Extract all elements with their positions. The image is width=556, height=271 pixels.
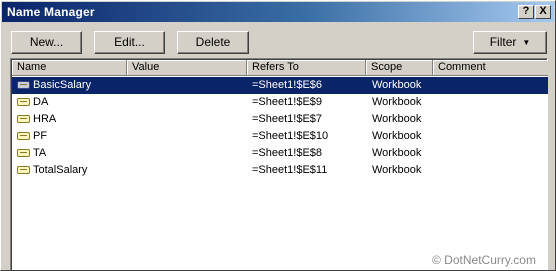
names-list[interactable]: Name Value Refers To Scope Comment Basic… [10, 58, 548, 270]
defined-name-icon [17, 98, 30, 106]
defined-name-icon [17, 132, 30, 140]
filter-button-label: Filter [489, 35, 517, 49]
scope-cell: Workbook [372, 147, 422, 159]
edit-button[interactable]: Edit... [94, 31, 165, 54]
scope-cell: Workbook [372, 164, 422, 176]
defined-name-icon [17, 149, 30, 157]
table-row[interactable]: TA =Sheet1!$E$8 Workbook [12, 145, 548, 162]
close-button[interactable]: X [535, 5, 551, 19]
table-row[interactable]: PF =Sheet1!$E$10 Workbook [12, 128, 548, 145]
column-header-refers-to[interactable]: Refers To [247, 60, 366, 76]
delete-button-label: Delete [195, 35, 231, 49]
column-header-name[interactable]: Name [12, 60, 127, 76]
column-header-scope[interactable]: Scope [366, 60, 433, 76]
refers-to-cell: =Sheet1!$E$8 [252, 147, 323, 159]
scope-cell: Workbook [372, 113, 422, 125]
refers-to-cell: =Sheet1!$E$10 [252, 130, 329, 142]
filter-button[interactable]: Filter ▼ [473, 31, 547, 54]
name-cell: PF [33, 130, 48, 142]
table-row[interactable]: HRA =Sheet1!$E$7 Workbook [12, 111, 548, 128]
table-row[interactable]: BasicSalary =Sheet1!$E$6 Workbook [12, 77, 548, 94]
refers-to-cell: =Sheet1!$E$11 [252, 164, 328, 176]
table-row[interactable]: TotalSalary =Sheet1!$E$11 Workbook [12, 162, 548, 179]
name-cell: HRA [33, 113, 57, 125]
column-header-comment[interactable]: Comment [433, 60, 548, 76]
scope-cell: Workbook [372, 79, 422, 91]
chevron-down-icon: ▼ [522, 38, 531, 47]
name-cell: TA [33, 147, 47, 159]
name-cell: DA [33, 96, 49, 108]
new-button[interactable]: New... [11, 31, 82, 54]
table-row[interactable]: DA =Sheet1!$E$9 Workbook [12, 94, 548, 111]
defined-name-icon [17, 166, 30, 174]
defined-name-icon [17, 81, 30, 89]
watermark: © DotNetCurry.com [432, 253, 536, 267]
window-title: Name Manager [7, 5, 95, 19]
refers-to-cell: =Sheet1!$E$9 [252, 96, 323, 108]
list-header: Name Value Refers To Scope Comment [12, 60, 548, 76]
scope-cell: Workbook [372, 130, 422, 142]
defined-name-icon [17, 115, 30, 123]
help-button[interactable]: ? [518, 5, 534, 19]
title-bar[interactable]: Name Manager ? X [2, 2, 554, 22]
name-cell: BasicSalary [33, 79, 92, 91]
delete-button[interactable]: Delete [177, 31, 249, 54]
column-header-value[interactable]: Value [127, 60, 247, 76]
refers-to-cell: =Sheet1!$E$6 [252, 79, 323, 91]
edit-button-label: Edit... [114, 35, 145, 49]
refers-to-cell: =Sheet1!$E$7 [252, 113, 323, 125]
scope-cell: Workbook [372, 96, 422, 108]
name-manager-dialog: Name Manager ? X New... Edit... Delete F… [0, 0, 556, 271]
new-button-label: New... [29, 35, 64, 49]
name-cell: TotalSalary [33, 164, 88, 176]
